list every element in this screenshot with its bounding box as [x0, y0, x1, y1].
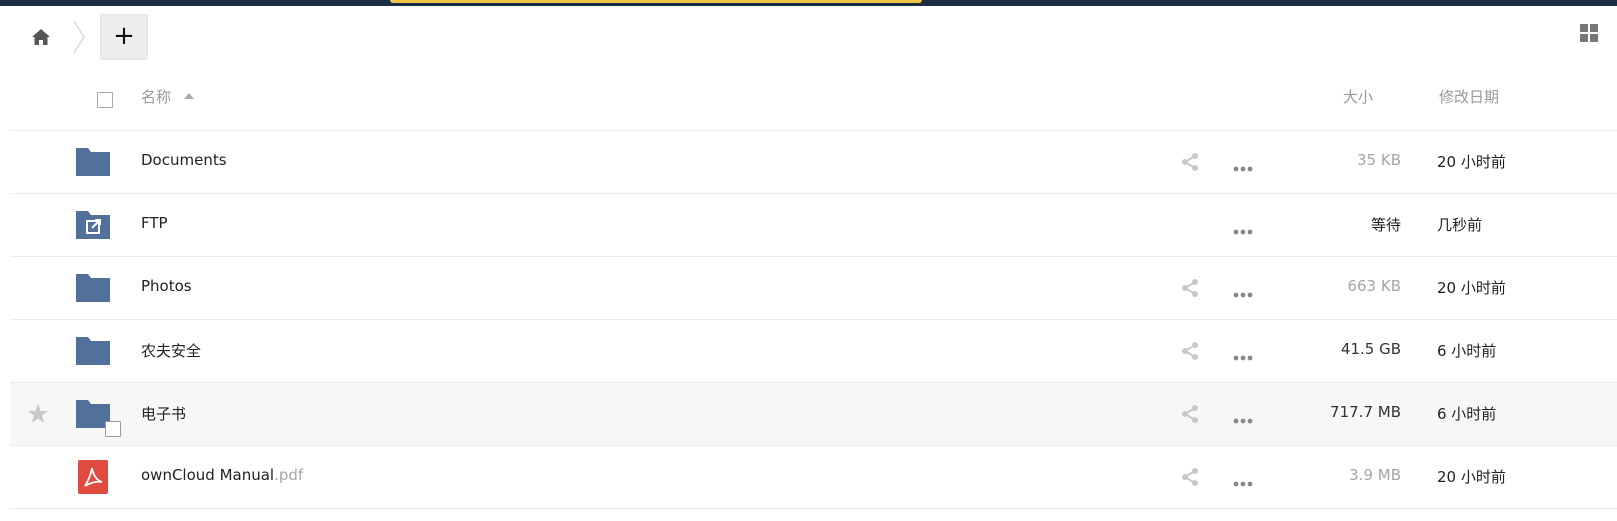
file-name[interactable]: Photos	[141, 277, 192, 295]
file-size: 663 KB	[1347, 277, 1401, 295]
select-all-checkbox[interactable]	[97, 92, 113, 108]
file-size: 等待	[1370, 216, 1401, 234]
pdf-icon[interactable]	[76, 460, 110, 494]
file-name[interactable]: 农夫安全	[141, 340, 201, 361]
file-size: 717.7 MB	[1330, 403, 1401, 421]
row-checkbox[interactable]	[105, 421, 121, 437]
file-size: 3.9 MB	[1349, 466, 1401, 484]
share-icon[interactable]	[1180, 152, 1200, 172]
star-icon[interactable]	[27, 403, 49, 425]
more-actions-icon[interactable]	[1232, 473, 1254, 487]
file-list-header: 名称 大小 修改日期	[10, 68, 1617, 131]
file-modified: 6 小时前	[1437, 342, 1497, 360]
sort-ascending-icon[interactable]	[183, 92, 195, 100]
folder-icon[interactable]	[76, 145, 110, 179]
file-name-base: 电子书	[141, 405, 187, 423]
share-icon[interactable]	[1180, 341, 1200, 361]
more-actions-icon[interactable]	[1232, 221, 1254, 235]
grid-view-icon[interactable]	[1579, 23, 1601, 45]
file-extension: .pdf	[274, 466, 304, 484]
more-actions-icon[interactable]	[1232, 158, 1254, 172]
more-actions-icon[interactable]	[1232, 284, 1254, 298]
share-icon[interactable]	[1180, 278, 1200, 298]
more-actions-icon[interactable]	[1232, 347, 1254, 361]
file-size: 35 KB	[1357, 151, 1401, 169]
file-row[interactable]: 电子书 717.7 MB 6 小时前	[10, 383, 1617, 446]
file-modified: 几秒前	[1437, 216, 1483, 234]
file-name-base: Documents	[141, 151, 227, 169]
file-modified: 6 小时前	[1437, 405, 1497, 423]
external-storage-folder-icon[interactable]	[76, 208, 110, 242]
topbar-accent-strip	[390, 0, 922, 3]
file-name[interactable]: 电子书	[141, 403, 186, 424]
file-list: Documents 35 KB 20 小时前 FTP 等待 几秒前 Photos 663 KB…	[10, 131, 1617, 509]
column-modified-header[interactable]: 修改日期	[1439, 86, 1499, 107]
file-row[interactable]: Documents 35 KB 20 小时前	[10, 131, 1617, 194]
file-row[interactable]: FTP 等待 几秒前	[10, 194, 1617, 257]
file-name-base: 农夫安全	[141, 342, 202, 360]
file-name[interactable]: Documents	[141, 151, 227, 169]
file-modified: 20 小时前	[1437, 468, 1506, 486]
column-name-header[interactable]: 名称	[141, 86, 171, 107]
share-icon[interactable]	[1180, 404, 1200, 424]
file-modified: 20 小时前	[1437, 279, 1506, 297]
file-name[interactable]: FTP	[141, 214, 168, 232]
file-row[interactable]: ownCloud Manual.pdf 3.9 MB 20 小时前	[10, 446, 1617, 509]
files-content: + 名称 大小 修改日期 Documents 35 KB 20 小时前 FTP 等待 几秒…	[10, 6, 1617, 521]
controls-bar: +	[10, 6, 1617, 66]
file-name[interactable]: ownCloud Manual.pdf	[141, 466, 303, 484]
breadcrumb-separator	[72, 20, 86, 54]
share-icon[interactable]	[1180, 467, 1200, 487]
folder-icon[interactable]	[76, 271, 110, 305]
file-name-base: FTP	[141, 214, 168, 232]
new-file-button[interactable]: +	[100, 14, 148, 60]
file-size: 41.5 GB	[1340, 340, 1401, 358]
file-name-base: Photos	[141, 277, 192, 295]
home-icon[interactable]	[30, 26, 52, 48]
file-modified: 20 小时前	[1437, 153, 1506, 171]
more-actions-icon[interactable]	[1232, 410, 1254, 424]
file-row[interactable]: 农夫安全 41.5 GB 6 小时前	[10, 320, 1617, 383]
folder-icon[interactable]	[76, 334, 110, 368]
file-name-base: ownCloud Manual	[141, 466, 275, 484]
file-row[interactable]: Photos 663 KB 20 小时前	[10, 257, 1617, 320]
column-size-header[interactable]: 大小	[1343, 86, 1373, 107]
